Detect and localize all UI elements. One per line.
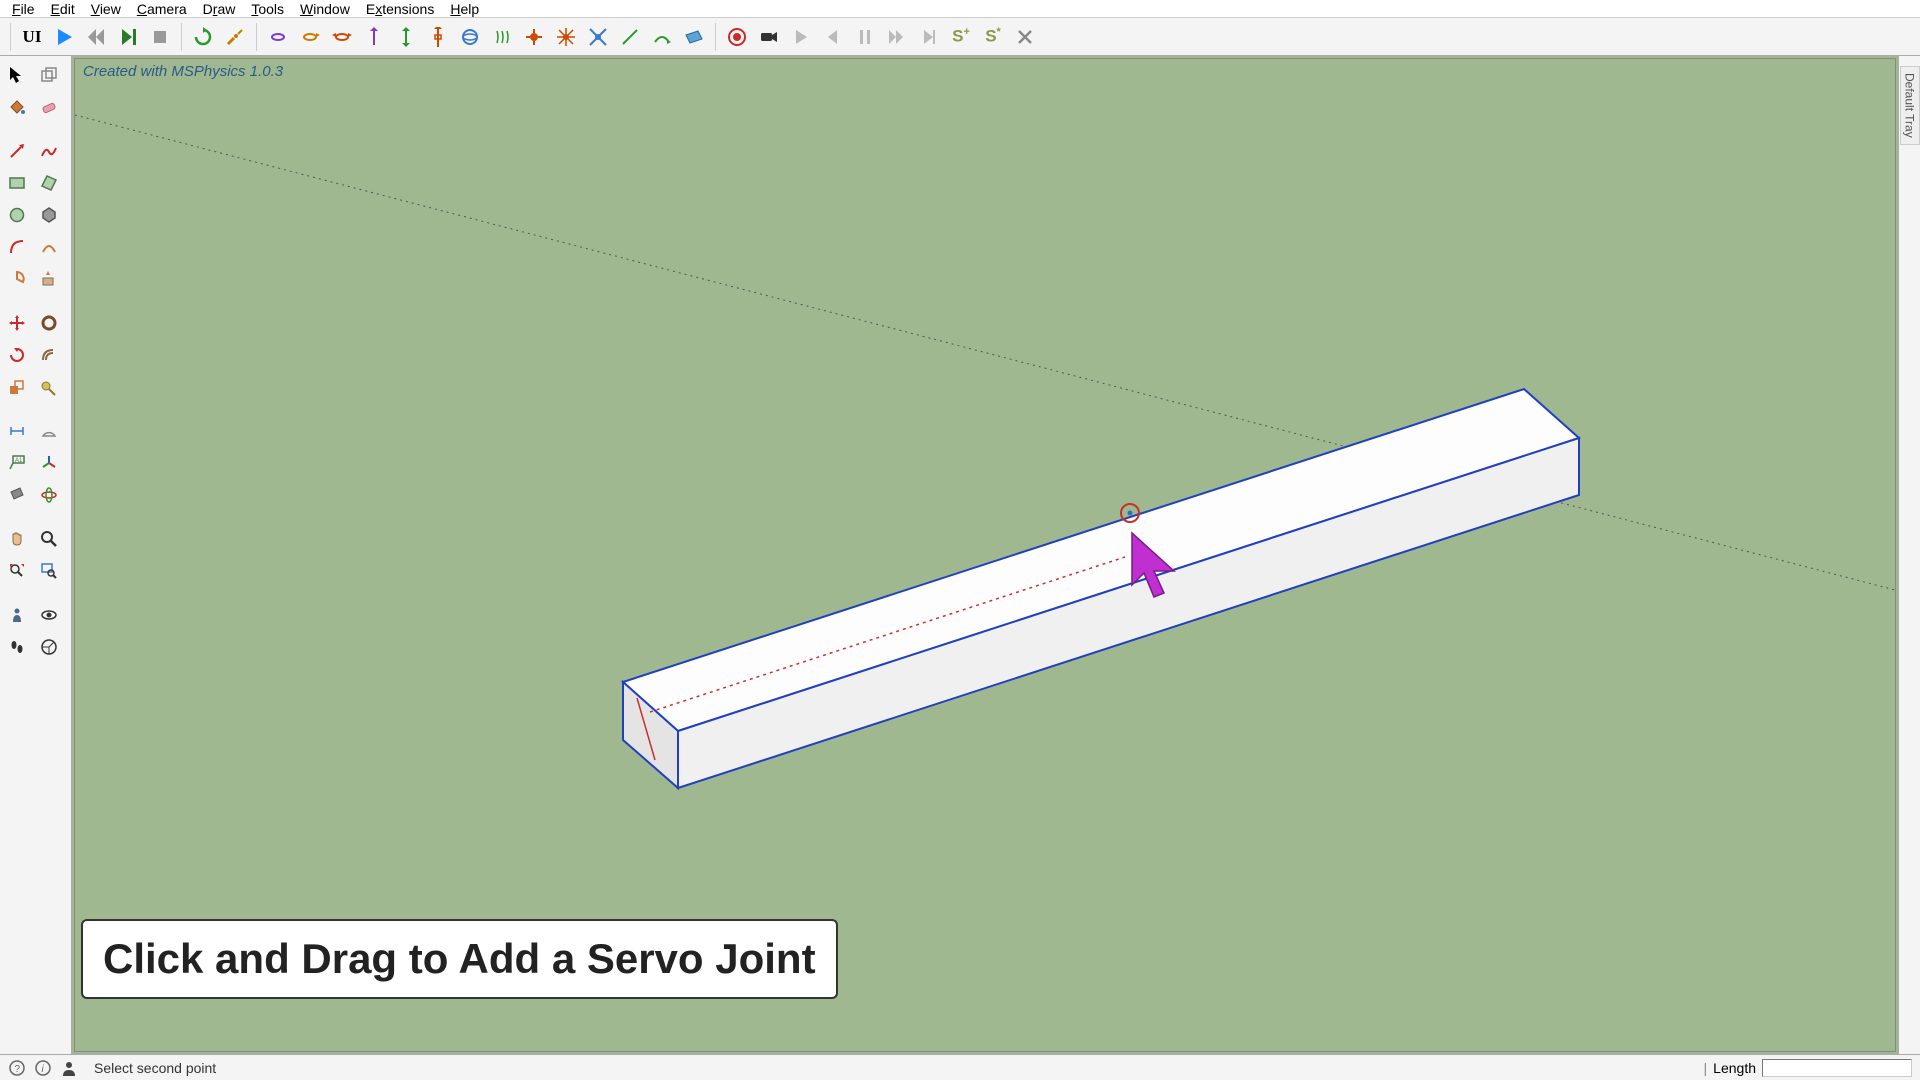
universal-button[interactable] — [583, 22, 613, 52]
gyro-button[interactable] — [487, 22, 517, 52]
tape-measure-tool[interactable] — [34, 372, 64, 402]
ui-button[interactable]: UI — [17, 22, 47, 52]
eraser-tool[interactable] — [34, 92, 64, 122]
walk-tool[interactable] — [2, 632, 32, 662]
s-star-button[interactable]: S* — [978, 22, 1008, 52]
play-button[interactable] — [49, 22, 79, 52]
freehand-tool[interactable] — [34, 136, 64, 166]
left-toolbar: A1 — [0, 56, 72, 1054]
rewind-button[interactable] — [81, 22, 111, 52]
arc-tool[interactable] — [2, 232, 32, 262]
plane-button[interactable] — [679, 22, 709, 52]
zoom-window-tool[interactable] — [34, 556, 64, 586]
orbit-tool[interactable] — [34, 480, 64, 510]
text-tool[interactable]: A1 — [2, 448, 32, 478]
svg-text:?: ? — [15, 1064, 21, 1075]
close-overlay-button[interactable] — [1010, 22, 1040, 52]
s-plus-button[interactable]: S+ — [946, 22, 976, 52]
servo-button[interactable] — [327, 22, 357, 52]
prev-button[interactable] — [818, 22, 848, 52]
fixed-button[interactable] — [519, 22, 549, 52]
menu-view[interactable]: View — [83, 1, 129, 17]
person-icon[interactable] — [60, 1059, 78, 1077]
right-tray[interactable]: Default Tray — [1898, 56, 1920, 1054]
pan-tool[interactable] — [2, 524, 32, 554]
record-button[interactable] — [722, 22, 752, 52]
paint-bucket-tool[interactable] — [2, 92, 32, 122]
line-tool[interactable] — [2, 136, 32, 166]
zoom-extents-tool[interactable] — [2, 556, 32, 586]
curvy-slider-button[interactable] — [647, 22, 677, 52]
menu-edit[interactable]: Edit — [43, 1, 83, 17]
two-point-arc-tool[interactable] — [34, 232, 64, 262]
menu-bar: File Edit View Camera Draw Tools Window … — [0, 0, 1920, 18]
status-message: Select second point — [94, 1060, 1704, 1076]
toolbar-separator — [181, 23, 182, 51]
previous-view-tool[interactable] — [34, 632, 64, 662]
fast-fwd-button[interactable] — [882, 22, 912, 52]
status-bar: ? i Select second point | Length — [0, 1054, 1920, 1080]
spring-button[interactable] — [423, 22, 453, 52]
box-geometry — [623, 389, 1579, 788]
section-plane-tool[interactable] — [2, 480, 32, 510]
protractor-tool[interactable] — [34, 416, 64, 446]
step-forward-button[interactable] — [113, 22, 143, 52]
toolbar-separator — [10, 23, 11, 51]
joint-connect-button[interactable] — [220, 22, 250, 52]
menu-file[interactable]: File — [4, 1, 43, 17]
follow-me-tool[interactable] — [34, 308, 64, 338]
help-icon[interactable]: ? — [8, 1059, 26, 1077]
svg-text:A1: A1 — [15, 458, 23, 464]
zoom-tool[interactable] — [34, 524, 64, 554]
cursor-arrow-icon — [1130, 531, 1180, 601]
scene-canvas — [75, 59, 1895, 1051]
move-tool[interactable] — [2, 308, 32, 338]
right-tray-label[interactable]: Default Tray — [1900, 66, 1920, 145]
menu-help[interactable]: Help — [442, 1, 487, 17]
menu-window[interactable]: Window — [292, 1, 358, 17]
make-component-tool[interactable] — [34, 60, 64, 90]
toolbar-separator — [256, 23, 257, 51]
circle-tool[interactable] — [2, 200, 32, 230]
menu-extensions[interactable]: Extensions — [358, 1, 443, 17]
rotate-tool[interactable] — [2, 340, 32, 370]
offset-tool[interactable] — [34, 340, 64, 370]
up-vector-button[interactable] — [455, 22, 485, 52]
menu-draw[interactable]: Draw — [195, 1, 244, 17]
motor-button[interactable] — [295, 22, 325, 52]
look-around-tool[interactable] — [34, 600, 64, 630]
ball-button[interactable] — [551, 22, 581, 52]
info-icon[interactable]: i — [34, 1059, 52, 1077]
play-rec-button[interactable] — [786, 22, 816, 52]
piston-button[interactable] — [391, 22, 421, 52]
menu-camera[interactable]: Camera — [129, 1, 195, 17]
select-tool[interactable] — [2, 60, 32, 90]
instruction-overlay: Click and Drag to Add a Servo Joint — [81, 919, 838, 999]
corkscrew-button[interactable] — [615, 22, 645, 52]
viewport[interactable]: Created with MSPhysics 1.0.3 — [72, 56, 1898, 1054]
pause-button[interactable] — [850, 22, 880, 52]
measurement-label: Length — [1713, 1060, 1756, 1076]
next-button[interactable] — [914, 22, 944, 52]
stop-button[interactable] — [145, 22, 175, 52]
top-toolbar: UI S+ S* — [0, 18, 1920, 56]
toolbar-separator — [715, 23, 716, 51]
dimension-tool[interactable] — [2, 416, 32, 446]
menu-tools[interactable]: Tools — [243, 1, 292, 17]
work-area: A1 Created with MSPhysics 1.0.3 — [0, 56, 1920, 1054]
position-camera-tool[interactable] — [2, 600, 32, 630]
rotated-rectangle-tool[interactable] — [34, 168, 64, 198]
measurement-input[interactable] — [1762, 1059, 1912, 1077]
hinge-button[interactable] — [263, 22, 293, 52]
slider-button[interactable] — [359, 22, 389, 52]
push-pull-tool[interactable] — [34, 264, 64, 294]
scale-tool[interactable] — [2, 372, 32, 402]
camera-button[interactable] — [754, 22, 784, 52]
pie-tool[interactable] — [2, 264, 32, 294]
svg-text:i: i — [42, 1064, 45, 1075]
loop-button[interactable] — [188, 22, 218, 52]
polygon-tool[interactable] — [34, 200, 64, 230]
axes-tool[interactable] — [34, 448, 64, 478]
rectangle-tool[interactable] — [2, 168, 32, 198]
